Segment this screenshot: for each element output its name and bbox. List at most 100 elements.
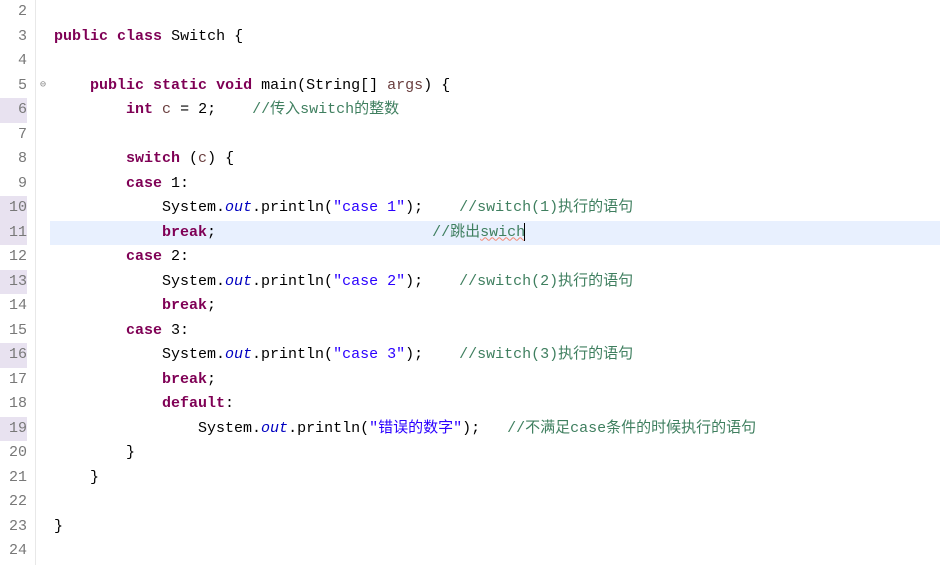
line-number: 22: [0, 490, 27, 515]
code-token: [54, 175, 126, 192]
code-token: [54, 395, 162, 412]
code-token: = 2;: [171, 101, 252, 118]
code-token: ) {: [207, 150, 234, 167]
code-token: .println(: [288, 420, 369, 437]
code-token: out: [225, 346, 252, 363]
code-token: case: [126, 322, 162, 339]
fold-marker: [36, 270, 50, 295]
code-token: [54, 297, 162, 314]
line-number: 20: [0, 441, 27, 466]
code-token: Switch: [171, 28, 225, 45]
code-line[interactable]: case 1:: [50, 172, 940, 197]
code-token: }: [54, 444, 135, 461]
code-token: );: [405, 346, 459, 363]
code-line[interactable]: [50, 490, 940, 515]
fold-marker: [36, 147, 50, 172]
line-number: 4: [0, 49, 27, 74]
code-token: [144, 77, 153, 94]
code-line[interactable]: [50, 123, 940, 148]
line-number: 24: [0, 539, 27, 564]
fold-marker: [36, 466, 50, 491]
code-token: []: [360, 77, 387, 94]
code-line[interactable]: System.out.println("case 3"); //switch(3…: [50, 343, 940, 368]
code-token: out: [225, 273, 252, 290]
code-token: (: [180, 150, 198, 167]
code-token: }: [54, 518, 63, 535]
line-number: 12: [0, 245, 27, 270]
code-token: [54, 77, 90, 94]
line-number: 3: [0, 25, 27, 50]
code-token: :: [225, 395, 234, 412]
code-line[interactable]: case 3:: [50, 319, 940, 344]
code-line[interactable]: }: [50, 515, 940, 540]
code-line[interactable]: public static void main(String[] args) {: [50, 74, 940, 99]
code-line[interactable]: break;: [50, 368, 940, 393]
code-token: "case 1": [333, 199, 405, 216]
code-line[interactable]: [50, 0, 940, 25]
fold-marker: [36, 123, 50, 148]
line-number: 16: [0, 343, 27, 368]
code-token: //switch(1)执行的语句: [459, 199, 633, 216]
fold-marker[interactable]: ⊖: [36, 74, 50, 99]
code-token: public: [54, 28, 108, 45]
fold-marker: [36, 490, 50, 515]
code-token: 1:: [162, 175, 189, 192]
code-line[interactable]: System.out.println("错误的数字"); //不满足case条件…: [50, 417, 940, 442]
code-line[interactable]: break;: [50, 294, 940, 319]
code-line[interactable]: System.out.println("case 1"); //switch(1…: [50, 196, 940, 221]
code-editor[interactable]: 23456789101112131415161718192021222324 ⊖…: [0, 0, 940, 565]
code-line[interactable]: System.out.println("case 2"); //switch(2…: [50, 270, 940, 295]
fold-marker: [36, 221, 50, 246]
code-line[interactable]: [50, 49, 940, 74]
code-token: case: [126, 248, 162, 265]
code-token: .println(: [252, 199, 333, 216]
code-token: [153, 101, 162, 118]
code-line[interactable]: int c = 2; //传入switch的整数: [50, 98, 940, 123]
code-token: "case 2": [333, 273, 405, 290]
code-token: ) {: [423, 77, 450, 94]
fold-marker: [36, 245, 50, 270]
code-token: //switch(3)执行的语句: [459, 346, 633, 363]
code-token: //不满足case条件的时候执行的语句: [507, 420, 756, 437]
code-token: main: [261, 77, 297, 94]
code-content-area[interactable]: public class Switch { public static void…: [50, 0, 940, 565]
code-token: );: [462, 420, 507, 437]
line-number: 23: [0, 515, 27, 540]
code-line[interactable]: default:: [50, 392, 940, 417]
line-number: 9: [0, 172, 27, 197]
line-number: 10: [0, 196, 27, 221]
line-number: 7: [0, 123, 27, 148]
code-token: switch: [126, 150, 180, 167]
code-token: default: [162, 395, 225, 412]
code-line[interactable]: case 2:: [50, 245, 940, 270]
line-number-gutter: 23456789101112131415161718192021222324: [0, 0, 36, 565]
fold-marker-area: ⊖: [36, 0, 50, 565]
code-line[interactable]: public class Switch {: [50, 25, 940, 50]
fold-marker: [36, 196, 50, 221]
code-line[interactable]: }: [50, 466, 940, 491]
code-line[interactable]: }: [50, 441, 940, 466]
line-number: 6: [0, 98, 27, 123]
line-number: 14: [0, 294, 27, 319]
code-token: 2:: [162, 248, 189, 265]
line-number: 8: [0, 147, 27, 172]
code-token: "错误的数字": [369, 420, 462, 437]
line-number: 5: [0, 74, 27, 99]
fold-marker: [36, 25, 50, 50]
code-line[interactable]: switch (c) {: [50, 147, 940, 172]
code-line[interactable]: break; //跳出swich: [50, 221, 940, 246]
code-token: swich: [480, 224, 525, 241]
code-token: {: [225, 28, 243, 45]
code-token: [54, 224, 162, 241]
code-token: "case 3": [333, 346, 405, 363]
code-token: }: [54, 469, 99, 486]
code-token: );: [405, 199, 459, 216]
fold-marker: [36, 49, 50, 74]
code-token: [108, 28, 117, 45]
fold-marker: [36, 294, 50, 319]
line-number: 15: [0, 319, 27, 344]
line-number: 21: [0, 466, 27, 491]
code-token: int: [126, 101, 153, 118]
code-token: 3:: [162, 322, 189, 339]
code-line[interactable]: [50, 539, 940, 564]
